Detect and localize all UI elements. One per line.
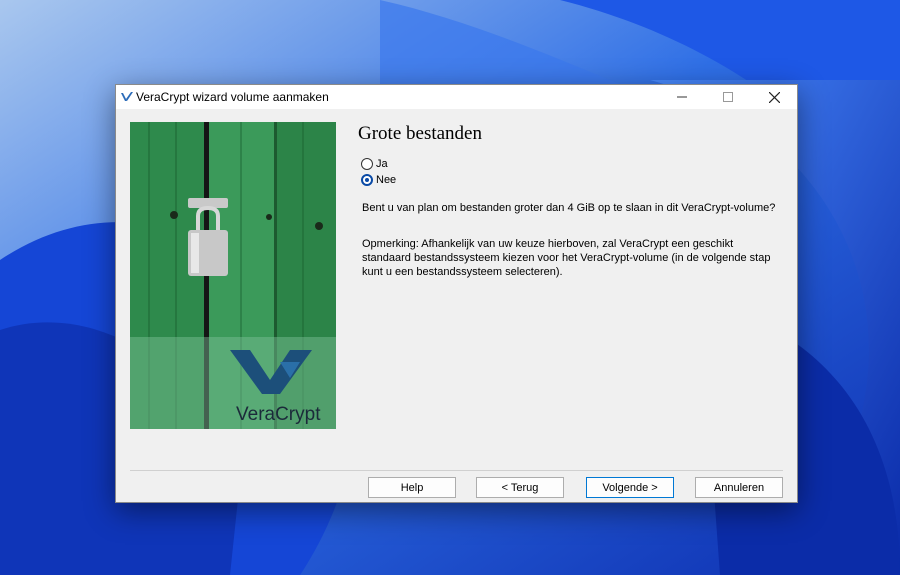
title-bar[interactable]: VeraCrypt wizard volume aanmaken (116, 85, 797, 109)
radio-nee[interactable] (361, 174, 373, 186)
wizard-window: VeraCrypt wizard volume aanmaken VeraCry… (115, 84, 798, 503)
window-title: VeraCrypt wizard volume aanmaken (136, 90, 329, 104)
maximize-button[interactable] (705, 85, 751, 109)
page-heading: Grote bestanden (358, 123, 482, 144)
back-button[interactable]: < Terug (476, 477, 564, 498)
radio-ja-label[interactable]: Ja (376, 158, 388, 170)
radio-option-ja[interactable]: Ja (361, 158, 388, 170)
maximize-icon (723, 92, 733, 102)
minimize-button[interactable] (659, 85, 705, 109)
minimize-icon (677, 96, 687, 98)
footer-divider (130, 470, 783, 471)
close-icon (768, 91, 780, 103)
wizard-side-image: VeraCrypt (130, 122, 336, 429)
next-button[interactable]: Volgende > (586, 477, 674, 498)
question-text: Bent u van plan om bestanden groter dan … (362, 202, 776, 214)
help-button[interactable]: Help (368, 477, 456, 498)
radio-ja[interactable] (361, 158, 373, 170)
radio-nee-label[interactable]: Nee (376, 174, 396, 186)
cancel-button[interactable]: Annuleren (695, 477, 783, 498)
veracrypt-icon (121, 92, 133, 101)
note-text: Opmerking: Afhankelijk van uw keuze hier… (362, 238, 771, 278)
radio-option-nee[interactable]: Nee (361, 174, 396, 186)
veracrypt-logo-text: VeraCrypt (236, 404, 321, 425)
padlock-door-image: VeraCrypt (130, 122, 336, 429)
close-button[interactable] (751, 85, 797, 109)
